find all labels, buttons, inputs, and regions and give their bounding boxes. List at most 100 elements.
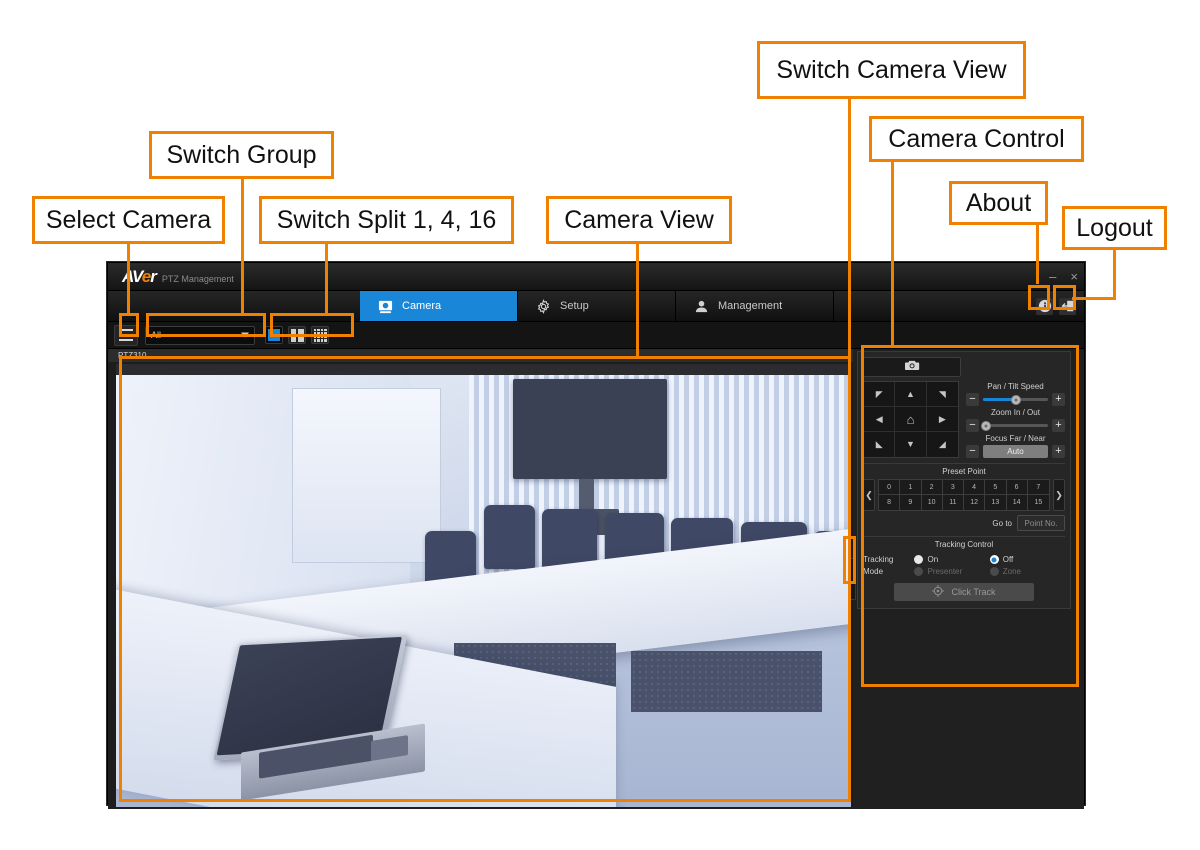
mode-row: Mode Presenter Zone [863,567,1065,576]
leader-camera-control [891,162,894,347]
split-16-button[interactable] [311,326,329,344]
split-4-icon [290,328,304,342]
preset-point-10[interactable]: 10 [921,495,943,510]
preset-point-2[interactable]: 2 [921,480,943,495]
tracking-off-radio[interactable] [989,555,999,564]
tracking-on-option[interactable]: On [914,555,989,564]
pan-tilt-speed-control: Pan / Tilt Speed − + [966,382,1065,406]
callout-label: Camera Control [888,124,1065,153]
tracking-on-radio[interactable] [914,555,924,564]
pan-left-button[interactable]: ◀ [864,407,896,432]
preset-point-9[interactable]: 9 [900,495,922,510]
pan-right-button[interactable]: ▶ [926,407,958,432]
pan-down-left-button[interactable]: ◣ [864,432,896,457]
zoom-minus[interactable]: − [966,419,979,432]
camera-icon [378,299,393,314]
pan-down-button[interactable]: ▼ [895,432,927,457]
leader-select-camera [127,244,130,316]
leader-switch-group [241,179,244,316]
close-button[interactable]: × [1070,270,1078,283]
preset-point-6[interactable]: 6 [1006,480,1028,495]
callout-switch-group: Switch Group [149,131,334,179]
point-number-input[interactable]: Point No. [1017,515,1065,531]
video-scene [116,375,851,807]
arrow-up-right-icon: ◥ [938,388,946,399]
preset-point-4[interactable]: 4 [964,480,986,495]
pan-down-right-button[interactable]: ◢ [927,432,958,457]
tracking-off-label: Off [1002,555,1014,564]
focus-plus[interactable]: + [1052,445,1065,458]
preset-point-14[interactable]: 14 [1006,495,1028,510]
preset-point-15[interactable]: 15 [1027,495,1049,510]
tab-setup[interactable]: Setup [518,291,676,321]
window-buttons: – × [1049,263,1078,290]
screenshot-stage: Select Camera Switch Group Switch Split … [0,0,1200,850]
preset-point-7[interactable]: 7 [1027,480,1049,495]
ptz-row: ◤ ▲ ◥ ◀ ⌂ ▶ ◣ ▼ ◢ Pan / Tilt Speed − + Z… [863,381,1065,458]
pan-tilt-speed-plus[interactable]: + [1052,393,1065,406]
tab-management[interactable]: Management [676,291,834,321]
tab-camera-label: Camera [402,300,442,312]
video-feed[interactable] [116,364,851,807]
zoom-slider[interactable] [981,420,1048,431]
camera-toolbar: All [108,322,1084,349]
ptz-dpad: ◤ ▲ ◥ ◀ ⌂ ▶ ◣ ▼ ◢ [863,381,959,458]
pan-up-right-button[interactable]: ◥ [926,382,958,407]
nav-bar-right [834,291,1084,321]
callout-label: Switch Group [166,140,317,169]
callout-logout: Logout [1062,206,1167,250]
arrow-right-icon: ▶ [938,413,946,424]
camera-view-splitter[interactable] [849,558,856,600]
preset-point-12[interactable]: 12 [964,495,986,510]
target-icon [932,585,945,599]
focus-minus[interactable]: − [966,445,979,458]
preset-point-13[interactable]: 13 [985,495,1007,510]
group-select[interactable]: All [145,325,255,345]
split-16-icon [313,328,327,342]
pan-tilt-speed-label: Pan / Tilt Speed [987,382,1044,391]
pan-up-button[interactable]: ▲ [895,382,927,407]
preset-point-8[interactable]: 8 [879,495,901,510]
click-track-button[interactable]: Click Track [894,583,1034,601]
hamburger-icon[interactable] [114,324,138,346]
preset-point-11[interactable]: 11 [942,495,964,510]
info-icon[interactable] [1036,297,1053,315]
camera-control-panel: ◤ ▲ ◥ ◀ ⌂ ▶ ◣ ▼ ◢ Pan / Tilt Speed − + Z… [857,351,1071,609]
zoom-control: Zoom In / Out − + [966,408,1065,432]
camera-name-bar: PTZ310 [108,349,853,362]
video-top-band [116,364,851,375]
mode-zone-option: Zone [989,567,1065,576]
tab-camera[interactable]: Camera [360,291,518,321]
preset-next-button[interactable]: ❯ [1053,479,1065,511]
callout-label: Camera View [564,205,714,234]
callout-label: Select Camera [45,205,212,234]
preset-prev-button[interactable]: ❮ [863,479,875,511]
pan-up-left-button[interactable]: ◤ [864,382,896,407]
camera-view-column: PTZ310 [108,349,853,809]
minimize-button[interactable]: – [1049,270,1056,283]
zoom-label: Zoom In / Out [991,408,1040,417]
click-track-label: Click Track [951,587,996,597]
preset-point-5[interactable]: 5 [985,480,1007,495]
pan-tilt-speed-minus[interactable]: − [966,393,979,406]
split-4-button[interactable] [288,326,306,344]
preset-point-1[interactable]: 1 [900,480,922,495]
pan-home-button[interactable]: ⌂ [895,407,927,432]
preset-point-title: Preset Point [863,463,1065,479]
preset-point-0[interactable]: 0 [879,480,901,495]
pan-tilt-speed-slider[interactable] [983,394,1048,405]
nav-bar: Camera Setup Management [108,291,1084,322]
split-1-button[interactable] [265,326,283,344]
zoom-plus[interactable]: + [1052,419,1065,432]
snapshot-button[interactable] [863,357,961,377]
tracking-off-option[interactable]: Off [989,555,1065,564]
callout-switch-camera-view: Switch Camera View [757,41,1026,99]
user-icon [694,299,709,314]
preset-point-grid: 0 1 2 3 4 5 6 7 8 9 10 11 12 13 14 15 [878,479,1050,511]
mode-presenter-label: Presenter [927,567,963,576]
title-bar: AVer PTZ Management – × [108,263,1084,291]
focus-auto-button[interactable]: Auto [983,445,1048,458]
logout-icon[interactable] [1059,297,1076,315]
preset-point-3[interactable]: 3 [942,480,964,495]
